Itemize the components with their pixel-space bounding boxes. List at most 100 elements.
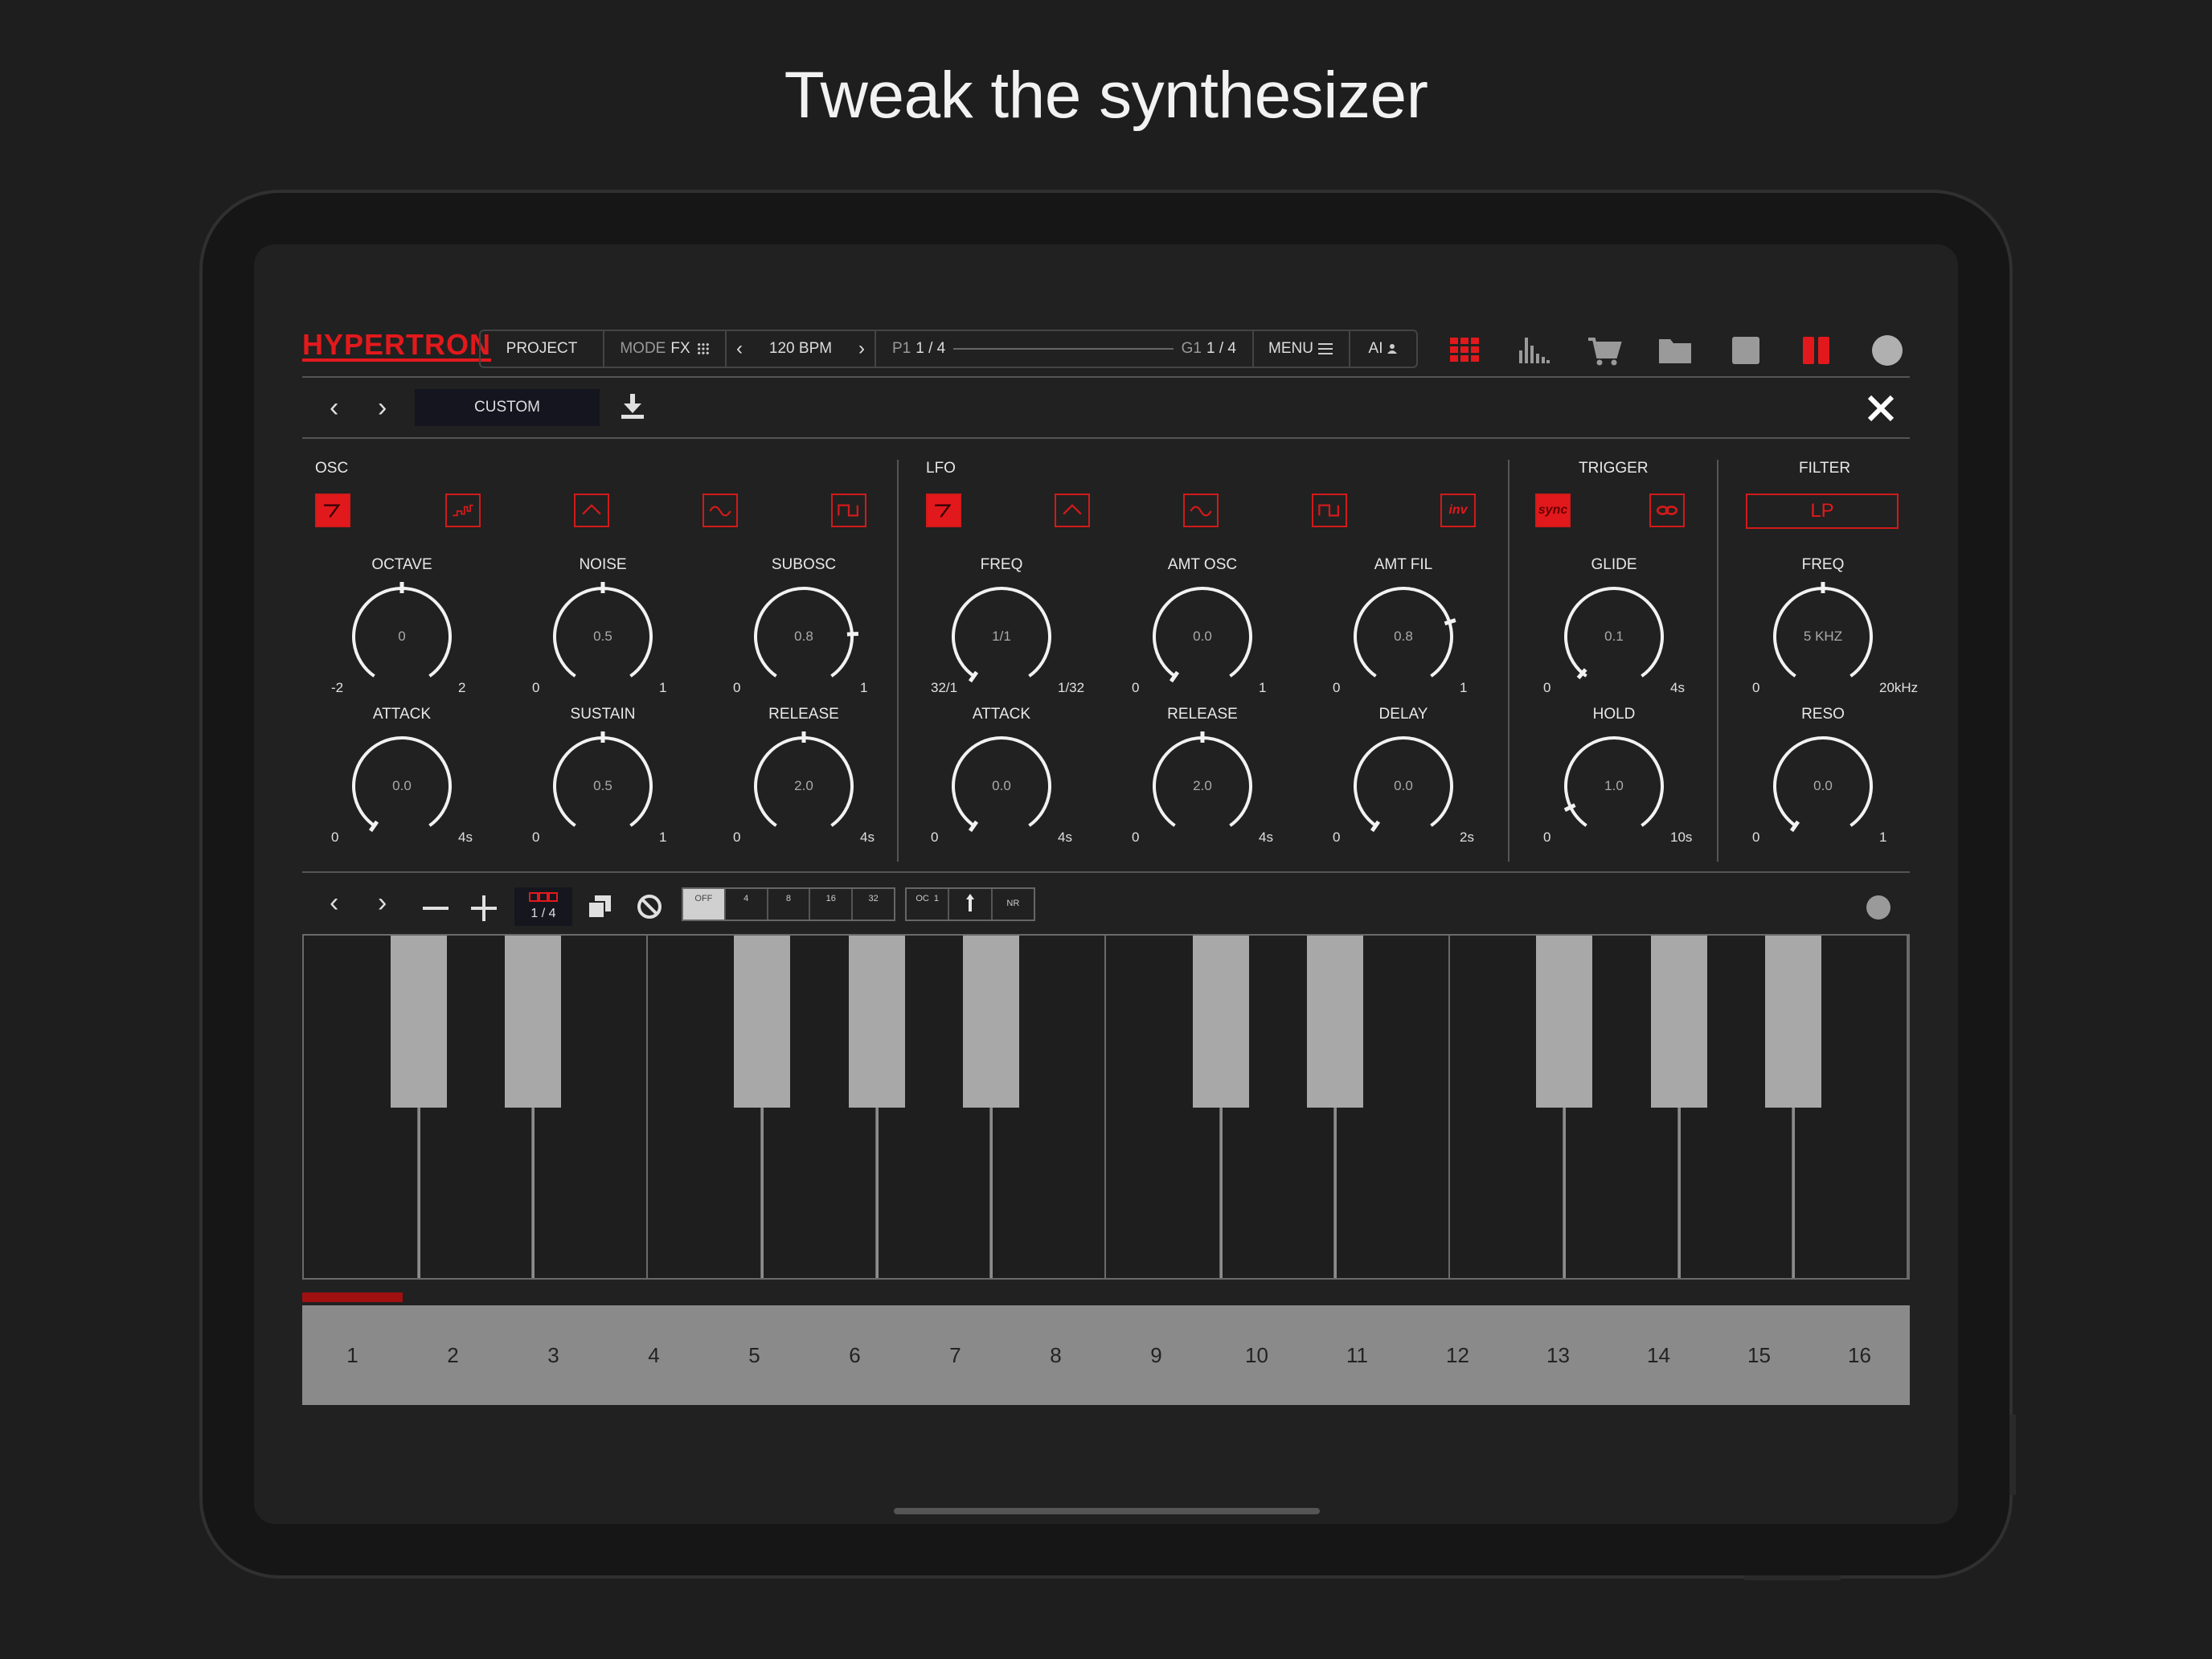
minus-icon[interactable] xyxy=(421,894,450,923)
step-cell[interactable]: 16 xyxy=(1809,1305,1910,1405)
step-cell[interactable]: 15 xyxy=(1709,1305,1809,1405)
black-key[interactable] xyxy=(1307,936,1364,1108)
step-cell[interactable]: 14 xyxy=(1608,1305,1709,1405)
step-cell[interactable]: 9 xyxy=(1106,1305,1206,1405)
step-cell[interactable]: 8 xyxy=(1006,1305,1106,1405)
black-key[interactable] xyxy=(848,936,905,1108)
seq-next-icon[interactable]: › xyxy=(378,887,387,919)
page-indicator[interactable]: 1 / 4 xyxy=(514,887,572,926)
step-cell[interactable]: 5 xyxy=(704,1305,805,1405)
lfo-saw-button[interactable] xyxy=(926,494,961,527)
osc-sine-button[interactable] xyxy=(703,494,738,527)
arrow-up-icon xyxy=(965,894,974,911)
knob-title: NOISE xyxy=(579,556,627,573)
resolution-option[interactable]: 4 xyxy=(726,889,768,920)
bpm-increase-icon[interactable]: › xyxy=(858,338,865,360)
osc-random-button[interactable] xyxy=(445,494,481,527)
octave-controls: OC 1 NR xyxy=(905,887,1035,921)
filter-section-label: FILTER xyxy=(1799,460,1851,477)
knob-value: 0.8 xyxy=(794,629,813,644)
resolution-option[interactable]: 16 xyxy=(810,889,854,920)
cart-icon[interactable] xyxy=(1587,333,1622,368)
octave-button[interactable]: OC 1 xyxy=(907,889,950,920)
key-divider xyxy=(990,1108,993,1278)
knob-value: 0.0 xyxy=(992,778,1011,793)
resolution-option[interactable]: OFF xyxy=(683,889,726,920)
seq-prev-icon[interactable]: ‹ xyxy=(330,887,338,919)
user-icon xyxy=(1387,344,1398,354)
lfo-triangle-button[interactable] xyxy=(1055,494,1090,527)
bpm-decrease-icon[interactable]: ‹ xyxy=(736,338,743,360)
knob-title: ATTACK xyxy=(372,706,432,723)
copy-icon[interactable] xyxy=(585,892,614,921)
black-key[interactable] xyxy=(1192,936,1249,1108)
osc-saw-button[interactable] xyxy=(315,494,350,527)
lfo-section-label: LFO xyxy=(926,460,956,477)
lfo-invert-button[interactable]: inv xyxy=(1440,494,1476,527)
step-cell[interactable]: 7 xyxy=(905,1305,1006,1405)
resolution-option[interactable]: 8 xyxy=(768,889,811,920)
filter-type-button[interactable]: LP xyxy=(1746,494,1899,529)
knob-max-label: 4s xyxy=(1259,830,1273,845)
knob-max-label: 1 xyxy=(1460,680,1468,695)
resolution-option[interactable]: 32 xyxy=(853,889,894,920)
lfo-sine-button[interactable] xyxy=(1183,494,1219,527)
knob-title: RELEASE xyxy=(768,706,839,723)
black-key[interactable] xyxy=(1765,936,1822,1108)
step-cell[interactable]: 13 xyxy=(1508,1305,1608,1405)
step-cell[interactable]: 2 xyxy=(403,1305,503,1405)
step-cell[interactable]: 1 xyxy=(302,1305,403,1405)
menu-button[interactable]: MENU xyxy=(1254,331,1350,367)
preset-prev-icon[interactable]: ‹ xyxy=(330,392,338,424)
osc-triangle-button[interactable] xyxy=(574,494,609,527)
top-navbar: PROJECT MODE FX ‹ 120 BPM › P1 1 / 4 G1 … xyxy=(479,330,1418,368)
step-cell[interactable]: 6 xyxy=(805,1305,905,1405)
trigger-loop-button[interactable] xyxy=(1649,494,1685,527)
knob-min-label: 0 xyxy=(532,680,540,695)
grid-icon[interactable] xyxy=(1447,333,1482,368)
project-button[interactable]: PROJECT xyxy=(481,331,604,367)
pause-icon[interactable] xyxy=(1799,333,1834,368)
close-icon[interactable] xyxy=(1866,394,1895,423)
preset-next-icon[interactable]: › xyxy=(378,392,387,424)
preset-name[interactable]: CUSTOM xyxy=(415,389,600,426)
stop-icon[interactable] xyxy=(1728,333,1763,368)
download-icon[interactable] xyxy=(619,392,646,421)
step-cell[interactable]: 11 xyxy=(1307,1305,1407,1405)
black-key[interactable] xyxy=(1536,936,1593,1108)
note-repeat-button[interactable]: NR xyxy=(993,889,1034,920)
black-key[interactable] xyxy=(1650,936,1707,1108)
knob-max-label: 2s xyxy=(1460,830,1474,845)
pattern-progress[interactable]: P1 1 / 4 G1 1 / 4 xyxy=(876,331,1254,367)
knob-value: 2.0 xyxy=(1193,778,1212,793)
mixer-icon[interactable] xyxy=(1516,333,1551,368)
black-key[interactable] xyxy=(734,936,791,1108)
black-key[interactable] xyxy=(390,936,447,1108)
mode-value: FX xyxy=(670,340,690,357)
knob-max-label: 4s xyxy=(1670,680,1685,695)
bpm-control[interactable]: ‹ 120 BPM › xyxy=(727,331,876,367)
step-cell[interactable]: 10 xyxy=(1206,1305,1307,1405)
folder-icon[interactable] xyxy=(1657,333,1693,368)
seq-record-indicator[interactable] xyxy=(1866,895,1890,920)
clear-icon[interactable] xyxy=(635,892,664,921)
ai-button[interactable]: AI xyxy=(1350,331,1416,367)
mode-button[interactable]: MODE FX xyxy=(604,331,727,367)
osc-square-button[interactable] xyxy=(831,494,866,527)
plus-icon[interactable] xyxy=(469,894,498,923)
knob-min-label: 0 xyxy=(331,830,339,845)
record-icon[interactable] xyxy=(1870,333,1905,368)
black-key[interactable] xyxy=(505,936,562,1108)
pattern-progress-line xyxy=(953,348,1174,350)
step-cell[interactable]: 3 xyxy=(503,1305,604,1405)
arrow-up-button[interactable] xyxy=(949,889,993,920)
piano-keyboard xyxy=(302,934,1910,1280)
black-key[interactable] xyxy=(963,936,1020,1108)
home-indicator xyxy=(894,1508,1320,1514)
lfo-square-button[interactable] xyxy=(1312,494,1347,527)
step-cell[interactable]: 12 xyxy=(1407,1305,1508,1405)
knob-title: FREQ xyxy=(1801,556,1845,573)
trigger-sync-button[interactable]: sync xyxy=(1535,494,1571,527)
knob-title: RELEASE xyxy=(1167,706,1238,723)
step-cell[interactable]: 4 xyxy=(604,1305,704,1405)
